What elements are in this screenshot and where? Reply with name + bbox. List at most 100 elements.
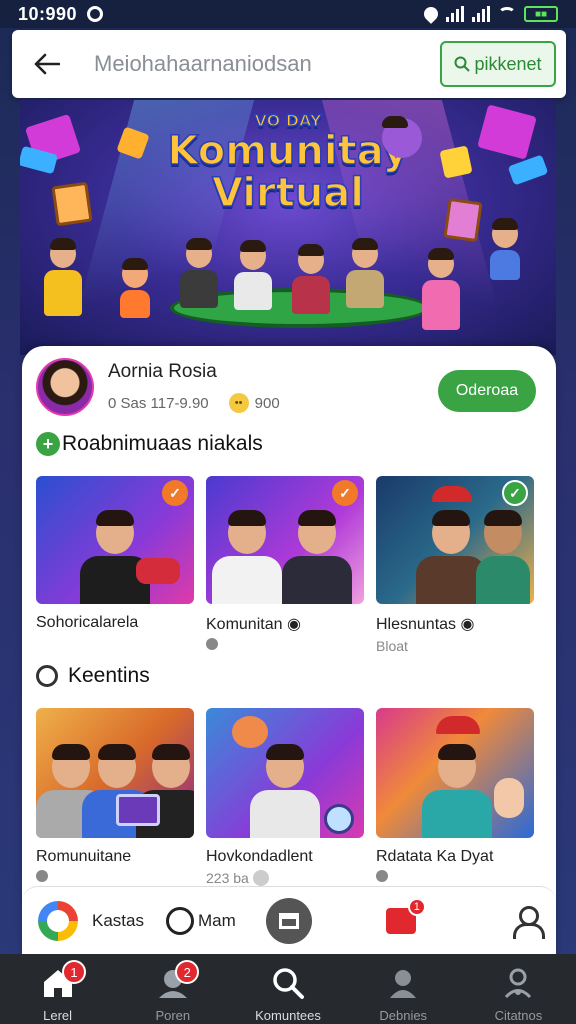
tile-label: Komunitan ◉ [206, 616, 301, 633]
tile-meta [36, 636, 194, 648]
nav-label: Debnies [379, 1008, 428, 1023]
back-arrow-icon[interactable] [30, 47, 64, 81]
smile-emoji-icon: •• [228, 393, 249, 413]
status-dot-icon [36, 870, 48, 882]
tile-meta: Bloat [376, 638, 408, 654]
profile-name: Aornia Rosia [108, 361, 217, 382]
list-item[interactable]: Romunuitane [36, 708, 194, 886]
community-card: Aornia Rosia 0 Sas 117-9.90 •• 900 Odero… [22, 346, 556, 956]
character [490, 218, 520, 280]
store-icon[interactable] [265, 897, 312, 944]
tile-meta [376, 870, 534, 882]
status-badge: ✓ [162, 480, 188, 506]
status-icons: ■■ [421, 4, 558, 24]
character [346, 238, 384, 308]
red-cap [432, 486, 472, 502]
section-title-text: Keentins [68, 664, 150, 687]
top-bar: Meiohahaarnaniodsan pikkenet [12, 30, 566, 98]
tile-thumbnail: ✓ [376, 476, 534, 604]
notification-badge: 2 [175, 960, 200, 984]
mascot-character [232, 716, 268, 748]
status-time: 10:990 [18, 3, 78, 24]
status-dot-icon [376, 870, 388, 882]
nav-label: Komuntees [255, 1008, 321, 1023]
tile-thumbnail: ✓ [206, 476, 364, 604]
avatar[interactable] [36, 358, 94, 416]
hero-banner[interactable]: VO DAY Komunitay Virtual [20, 100, 556, 355]
page-title: Meiohahaarnaniodsan [94, 51, 312, 76]
plus-icon: + [36, 432, 60, 456]
tile-meta [36, 870, 194, 882]
banner-title-line2: Virtual [211, 170, 365, 216]
clock-icon [36, 665, 58, 687]
profile-meta: 0 Sas 117-9.90 •• 900 [108, 393, 280, 413]
toy-figure [494, 778, 524, 818]
tile-label: Hovkondadlent [206, 848, 313, 865]
profile-header[interactable]: Aornia Rosia 0 Sas 117-9.90 •• 900 [36, 358, 280, 416]
profile-icon [390, 970, 417, 998]
nav-label: Poren [155, 1008, 191, 1023]
tile-thumbnail [36, 708, 194, 838]
status-badge: ✓ [332, 480, 358, 506]
nav-item-settings[interactable]: Citatnos [461, 954, 576, 1024]
tile-label: Hlesnuntas ◉ [376, 616, 475, 633]
section-title: Keentins [36, 664, 150, 688]
notification-badge: 1 [62, 960, 86, 984]
google-logo-icon[interactable] [38, 900, 78, 941]
tile-label: Rdatata Ka Dyat [376, 848, 494, 865]
banner-title: VO DAY Komunitay Virtual [20, 111, 556, 216]
action-bar: Kastas Mam 1 [22, 886, 556, 954]
controller-icon [136, 558, 180, 584]
tile-thumbnail: ✓ [36, 476, 194, 604]
search-button[interactable]: pikkenet [440, 41, 556, 87]
tile-thumbnail [206, 708, 364, 838]
battery-icon: ■■ [524, 6, 558, 22]
banner-title-line1: Komunitay [167, 128, 410, 174]
list-item[interactable]: Rdatata Ka Dyat [376, 708, 534, 886]
settings-user-icon [505, 968, 532, 999]
action-label[interactable]: Kastas [92, 911, 144, 931]
tile-label: Sohoricalarela [36, 614, 139, 631]
search-icon [454, 56, 471, 72]
notification-icon [87, 6, 104, 22]
status-bar: 10:990 ■■ [0, 0, 576, 28]
check-badge-icon: ✓ [502, 480, 528, 506]
character [44, 238, 82, 316]
nav-label: Lerel [43, 1008, 73, 1023]
play-dot-icon [36, 636, 48, 648]
character [120, 258, 150, 318]
user-icon[interactable] [512, 905, 545, 939]
status-dot-icon [252, 870, 269, 886]
list-item[interactable]: ✓ Sohoricalarela [36, 476, 194, 654]
nav-item-people[interactable]: 2 Poren [115, 954, 230, 1024]
list-item[interactable]: Hovkondadlent 223 ba [206, 708, 364, 886]
tile-grid: ✓ Sohoricalarela ✓ Komunitan ◉ ✓ Hlesnun… [36, 476, 534, 654]
notification-badge: 1 [407, 897, 426, 916]
list-item[interactable]: ✓ Komunitan ◉ [206, 476, 364, 654]
location-icon [421, 4, 441, 24]
message-icon[interactable]: 1 [385, 897, 426, 934]
tile-meta [206, 638, 364, 650]
search-button-label: pikkenet [474, 53, 542, 74]
mascot-character [382, 116, 422, 158]
tile-grid: Romunuitane Hovkondadlent 223 ba Rdatata… [36, 708, 534, 886]
nav-item-home[interactable]: 1 Lerel [0, 954, 115, 1024]
signal-icon-2 [472, 6, 490, 22]
tile-meta: 223 ba [206, 870, 364, 886]
nav-item-profile[interactable]: Debnies [346, 954, 461, 1024]
tile-label: Romunuitane [36, 848, 132, 865]
list-item[interactable]: ✓ Hlesnuntas ◉ Bloat [376, 476, 534, 654]
section-title: + Roabnimuaas niakals [36, 432, 263, 456]
tile-thumbnail [376, 708, 534, 838]
profile-meta-text: 0 Sas 117-9.90 [108, 394, 209, 412]
signal-icon [446, 6, 464, 22]
character [422, 248, 460, 330]
follow-button[interactable]: Oderoaa [438, 370, 536, 412]
reaction-count: 900 [254, 394, 280, 412]
character [234, 240, 272, 310]
chat-bubble-icon[interactable] [165, 906, 194, 935]
action-label[interactable]: Mam [198, 911, 236, 931]
nav-item-search[interactable]: Komuntees [230, 954, 345, 1024]
character [180, 238, 218, 308]
round-badge-icon [324, 804, 354, 834]
